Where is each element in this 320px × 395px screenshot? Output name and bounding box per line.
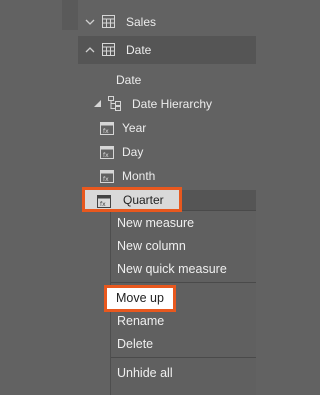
menu-item-rename[interactable]: Rename — [117, 314, 164, 332]
field-label: Month — [122, 169, 156, 183]
menu-item-new-quick-measure[interactable]: New quick measure — [117, 262, 227, 280]
field-label: Date Hierarchy — [132, 97, 213, 111]
menu-separator — [111, 357, 256, 358]
field-quarter-selected[interactable]: fx Quarter — [82, 187, 182, 212]
field-date-hierarchy[interactable]: Date Hierarchy — [78, 92, 256, 116]
field-date[interactable]: Date — [78, 68, 256, 92]
calendar-field-icon: fx — [100, 121, 114, 135]
menu-item-unhide-all[interactable]: Unhide all — [117, 366, 173, 384]
field-label: Day — [122, 145, 144, 159]
scrollbar-track[interactable] — [62, 0, 78, 30]
calendar-field-icon: fx — [97, 194, 111, 208]
menu-item-new-column[interactable]: New column — [117, 239, 186, 257]
menu-item-delete[interactable]: Delete — [117, 337, 153, 355]
table-icon — [102, 15, 115, 28]
table-name: Date — [126, 43, 152, 57]
field-month[interactable]: fx Month — [78, 164, 256, 188]
menu-item-move-up[interactable]: Move up — [104, 285, 176, 312]
chevron-up-icon[interactable] — [84, 45, 96, 55]
calendar-field-icon: fx — [100, 145, 114, 159]
field-year[interactable]: fx Year — [78, 116, 256, 140]
svg-text:fx: fx — [103, 152, 109, 159]
table-row-date[interactable]: Date — [78, 36, 256, 64]
field-day[interactable]: fx Day — [78, 140, 256, 164]
field-label: Date — [116, 73, 142, 87]
svg-text:fx: fx — [103, 176, 109, 183]
expand-triangle-icon[interactable] — [94, 100, 101, 107]
field-label: Quarter — [123, 193, 164, 207]
menu-separator — [111, 282, 256, 283]
svg-text:fx: fx — [103, 128, 109, 135]
chevron-down-icon[interactable] — [84, 17, 96, 27]
menu-item-new-measure[interactable]: New measure — [117, 216, 194, 234]
table-icon — [102, 43, 115, 56]
menu-item-label: Move up — [116, 291, 164, 305]
calendar-field-icon: fx — [100, 169, 114, 183]
hierarchy-icon — [108, 96, 122, 111]
field-label: Year — [122, 121, 147, 135]
table-row-sales[interactable]: Sales — [78, 10, 256, 34]
svg-text:fx: fx — [100, 201, 106, 208]
table-name: Sales — [126, 15, 157, 29]
